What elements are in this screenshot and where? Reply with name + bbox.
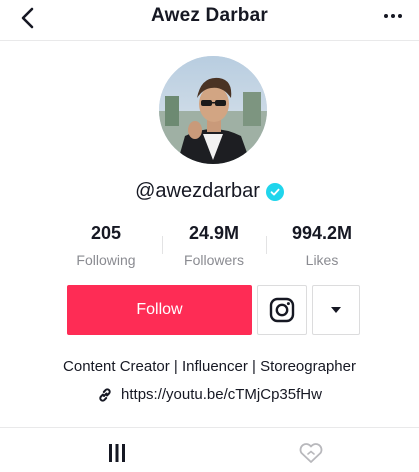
stat-likes: 994.2M Likes: [268, 222, 376, 268]
top-bar: Awez Darbar: [0, 0, 419, 36]
bio-link[interactable]: https://youtu.be/cTMjCp35fHw: [121, 386, 322, 403]
page-title: Awez Darbar: [151, 5, 268, 26]
following-count: 205: [90, 223, 122, 243]
more-dot: [398, 14, 402, 18]
liked-videos-icon: [299, 443, 323, 463]
followers-count: 24.9M: [188, 223, 240, 243]
tab-videos[interactable]: [102, 440, 132, 466]
followers-label: Followers: [184, 252, 244, 268]
profile-avatar[interactable]: [159, 56, 267, 164]
follow-button[interactable]: Follow: [67, 285, 252, 335]
more-options-button[interactable]: [381, 9, 405, 23]
profile-stats: 205 Following 24.9M Followers 994.2M Lik…: [52, 222, 376, 270]
tabs-divider: [0, 427, 419, 428]
profile-bio: Content Creator | Influencer | Storeogra…: [63, 358, 356, 375]
stat-divider: [266, 236, 267, 254]
header-divider: [0, 40, 419, 41]
bio-link-row[interactable]: https://youtu.be/cTMjCp35fHw: [0, 386, 419, 403]
following-label: Following: [76, 252, 136, 268]
username-row: @awezdarbar: [0, 180, 419, 203]
stat-following[interactable]: 205 Following: [52, 222, 160, 268]
instagram-button[interactable]: [257, 285, 307, 335]
verified-badge-icon: [265, 182, 284, 201]
videos-grid-icon: [109, 444, 125, 462]
more-horizontal-icon: [384, 14, 388, 18]
stat-followers[interactable]: 24.9M Followers: [160, 222, 268, 268]
checkmark-icon: [270, 188, 280, 195]
instagram-icon: [269, 297, 295, 323]
tab-liked[interactable]: [296, 440, 326, 466]
likes-count: 994.2M: [291, 223, 353, 243]
triangle-down-icon: [331, 307, 341, 313]
link-icon: [99, 387, 111, 402]
avatar-illustration: [159, 56, 267, 164]
more-actions-dropdown[interactable]: [312, 285, 360, 335]
more-dot: [391, 14, 395, 18]
likes-label: Likes: [305, 252, 339, 268]
username: @awezdarbar: [135, 180, 260, 202]
